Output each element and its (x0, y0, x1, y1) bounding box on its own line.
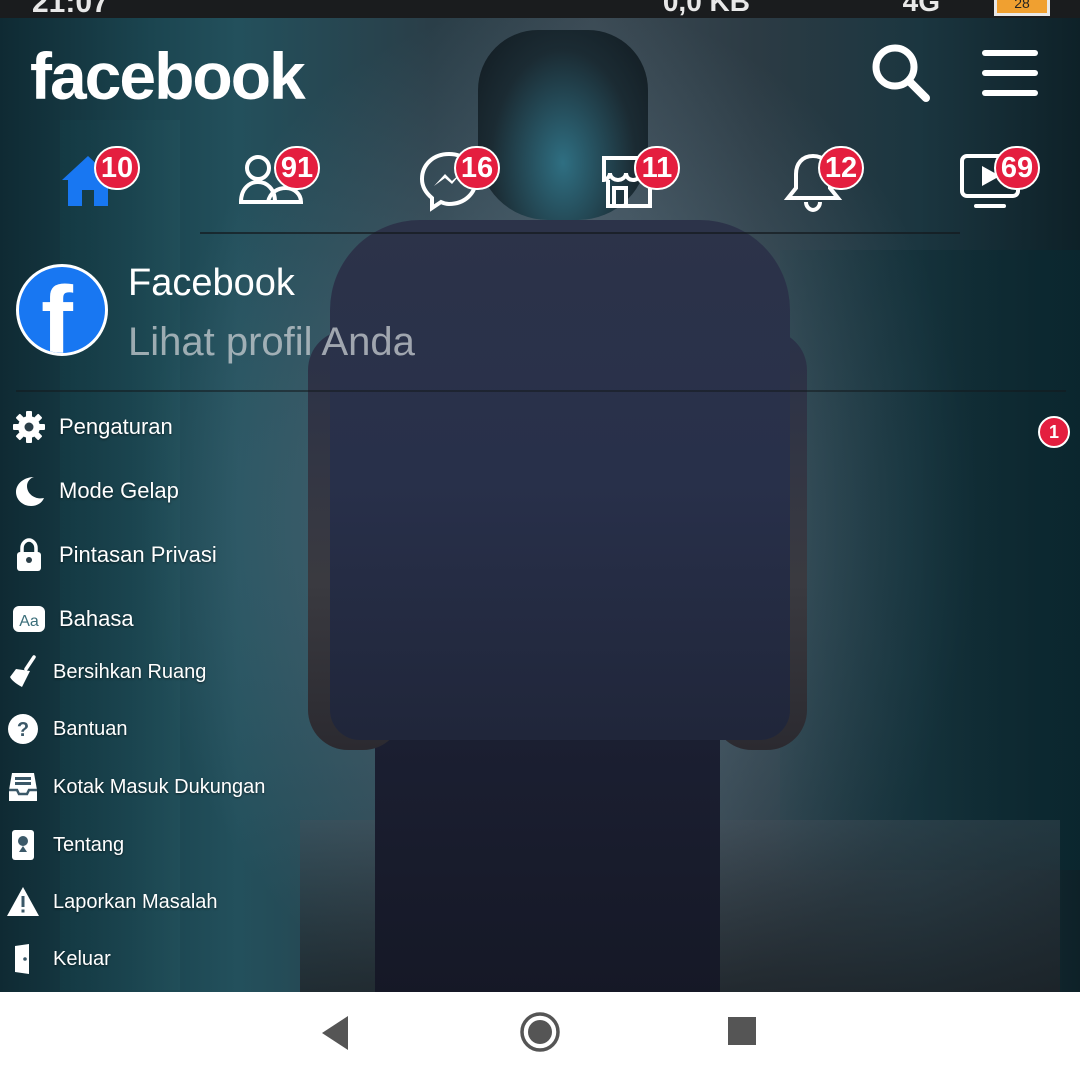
hamburger-icon (982, 50, 1038, 96)
tab-friends[interactable]: 91 (238, 140, 328, 226)
profile-divider (16, 390, 1066, 392)
menu-item-label: Bahasa (59, 606, 134, 631)
tab-notifications-badge: 12 (818, 146, 864, 190)
tab-home[interactable]: 10 (58, 140, 148, 226)
menu-item-label: Pengaturan (59, 414, 173, 439)
menu-button[interactable] (980, 42, 1042, 104)
tab-friends-badge: 91 (274, 146, 320, 190)
menu-item-label: Bersihkan Ruang (53, 660, 207, 683)
menu-item-about[interactable]: Tentang (6, 823, 124, 867)
profile-name: Facebook (128, 262, 295, 304)
menu-item-label: Keluar (53, 947, 111, 970)
warning-icon (6, 885, 40, 919)
search-button[interactable] (868, 40, 934, 106)
menu-item-label: Mode Gelap (59, 478, 179, 503)
moon-icon (12, 474, 46, 508)
tab-watch[interactable]: 69 (958, 140, 1048, 226)
language-icon: Aa (12, 602, 46, 636)
menu-item-label: Laporkan Masalah (53, 890, 218, 913)
corridor-wall-right (780, 250, 1080, 870)
person-legs (375, 700, 720, 992)
nav-divider (200, 232, 960, 234)
settings-badge: 1 (1038, 416, 1070, 448)
svg-text:?: ? (17, 719, 29, 741)
facebook-avatar: f (16, 264, 108, 356)
status-bar: 21:07 0,0 KB 4G 28 (0, 0, 1080, 19)
menu-item-language[interactable]: Aa Bahasa (12, 597, 134, 641)
nav-tabs: 10 91 16 11 12 69 (0, 140, 1080, 226)
recents-icon[interactable] (727, 1016, 757, 1046)
menu-item-report-problem[interactable]: Laporkan Masalah (6, 880, 218, 924)
menu-item-label: Bantuan (53, 717, 128, 740)
tab-notifications[interactable]: 12 (782, 140, 872, 226)
menu-item-dark-mode[interactable]: Mode Gelap (12, 469, 179, 513)
door-icon (6, 942, 40, 976)
profile-link[interactable]: f Facebook Lihat profil Anda (16, 262, 716, 372)
menu-item-label: Pintasan Privasi (59, 542, 217, 567)
tab-marketplace-badge: 11 (634, 146, 680, 190)
tab-messenger-badge: 16 (454, 146, 500, 190)
tab-watch-badge: 69 (994, 146, 1040, 190)
lock-icon (12, 538, 46, 572)
menu-item-privacy-shortcuts[interactable]: Pintasan Privasi (12, 533, 217, 577)
tab-messenger[interactable]: 16 (418, 140, 508, 226)
menu-item-clear-space[interactable]: Bersihkan Ruang (6, 650, 206, 694)
battery-level: 28 (1014, 0, 1030, 11)
menu-item-settings[interactable]: Pengaturan (12, 405, 173, 449)
facebook-f-icon: f (41, 267, 73, 356)
back-icon[interactable] (318, 1014, 352, 1052)
network-type: 4G (902, 0, 940, 17)
gear-icon (12, 410, 46, 444)
status-time: 21:07 (32, 0, 109, 19)
menu-item-help[interactable]: ? Bantuan (6, 707, 128, 751)
broom-icon (6, 655, 40, 689)
home-button-icon[interactable] (518, 1010, 562, 1054)
status-network-speed: 0,0 KB (662, 0, 750, 17)
profile-subtitle: Lihat profil Anda (128, 320, 415, 364)
svg-text:Aa: Aa (19, 613, 39, 630)
inbox-icon (6, 770, 40, 804)
menu-item-label: Kotak Masuk Dukungan (53, 775, 266, 798)
info-icon (6, 828, 40, 862)
app-header: facebook (0, 30, 1080, 120)
tab-home-badge: 10 (94, 146, 140, 190)
system-navigation-bar (0, 992, 1080, 1080)
tab-marketplace[interactable]: 11 (598, 140, 688, 226)
facebook-logo[interactable]: facebook (30, 38, 306, 114)
menu-item-logout[interactable]: Keluar (6, 937, 111, 981)
battery-icon: 28 (994, 0, 1050, 16)
search-icon (872, 44, 930, 102)
menu-item-label: Tentang (53, 833, 125, 856)
menu-item-support-inbox[interactable]: Kotak Masuk Dukungan (6, 765, 265, 809)
help-icon: ? (6, 712, 40, 746)
